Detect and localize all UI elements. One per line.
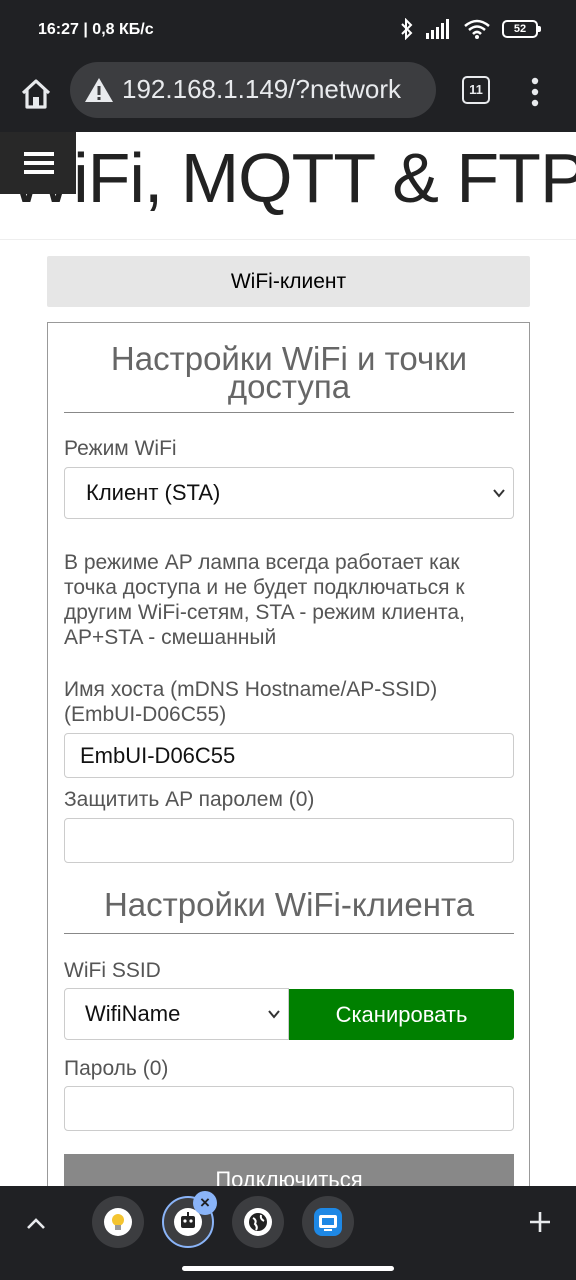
tab-switcher-button[interactable]: 11 bbox=[462, 76, 490, 104]
section-title-wifi-ap: Настройки WiFi и точки доступа bbox=[110, 340, 468, 405]
chevron-down-icon bbox=[268, 1010, 280, 1019]
address-bar[interactable]: 192.168.1.149/?network bbox=[70, 62, 436, 118]
bluetooth-icon bbox=[401, 18, 413, 40]
chevron-up-icon[interactable] bbox=[22, 1210, 50, 1238]
hostname-label: Имя хоста (mDNS Hostname/AP-SSID) (EmbUI… bbox=[64, 678, 438, 726]
status-bar: 16:27 | 0,8 КБ/с 52 bbox=[0, 0, 576, 62]
tab-thumb-lightbulb[interactable] bbox=[92, 1196, 144, 1248]
status-icons: 52 bbox=[400, 18, 541, 40]
page-title: WiFi, MQTT & FTP bbox=[8, 139, 576, 217]
wifi-mode-value: Клиент (STA) bbox=[86, 480, 221, 505]
wifi-client-tab-button[interactable]: WiFi-клиент bbox=[47, 256, 530, 307]
warning-icon[interactable] bbox=[84, 76, 114, 104]
password-input[interactable] bbox=[64, 1086, 514, 1131]
plus-icon[interactable] bbox=[526, 1208, 554, 1236]
scan-button[interactable]: Сканировать bbox=[289, 989, 514, 1040]
settings-form: Настройки WiFi и точки доступа Режим WiF… bbox=[47, 322, 530, 1280]
divider bbox=[64, 412, 514, 413]
wifi-mode-label: Режим WiFi bbox=[64, 437, 177, 460]
ssid-label: WiFi SSID bbox=[64, 959, 161, 982]
page-header: WiFi, MQTT & FTP bbox=[0, 132, 576, 240]
hamburger-line bbox=[24, 152, 54, 156]
home-icon[interactable] bbox=[16, 74, 56, 114]
wifi-icon bbox=[464, 19, 490, 39]
hostname-input[interactable]: EmbUI-D06C55 bbox=[64, 733, 514, 778]
divider bbox=[64, 933, 514, 934]
url-text[interactable]: 192.168.1.149/?network bbox=[122, 74, 401, 105]
more-menu-icon[interactable] bbox=[520, 74, 550, 110]
hamburger-line bbox=[24, 170, 54, 174]
globe-icon bbox=[244, 1208, 272, 1236]
password-label: Пароль (0) bbox=[64, 1057, 169, 1080]
wifi-mode-select[interactable]: Клиент (STA) bbox=[64, 467, 514, 519]
signal-icon bbox=[426, 19, 449, 39]
close-tab-icon[interactable]: × bbox=[193, 1191, 217, 1215]
ap-password-label: Защитить AP паролем (0) bbox=[64, 788, 315, 811]
hostname-value: EmbUI-D06C55 bbox=[80, 743, 236, 768]
ap-password-input[interactable] bbox=[64, 818, 514, 863]
chevron-down-icon bbox=[493, 489, 505, 498]
router-icon bbox=[314, 1208, 342, 1236]
browser-toolbar: 192.168.1.149/?network 11 bbox=[0, 62, 576, 132]
lightbulb-icon bbox=[104, 1208, 132, 1236]
ssid-select[interactable]: WifiName bbox=[64, 988, 289, 1040]
status-time: 16:27 | 0,8 КБ/с bbox=[38, 21, 154, 38]
hamburger-menu-button[interactable] bbox=[0, 132, 76, 194]
section-title-wifi-client: Настройки WiFi-клиента bbox=[103, 886, 475, 923]
ssid-value: WifiName bbox=[85, 1001, 181, 1026]
gesture-home-bar[interactable] bbox=[182, 1266, 394, 1271]
wifi-mode-description: В режиме AP лампа всегда работает как то… bbox=[64, 551, 465, 649]
battery-icon: 52 bbox=[502, 20, 541, 38]
screen: 16:27 | 0,8 КБ/с 52 192.168.1.149/?netwo… bbox=[0, 0, 576, 1280]
tab-thumb-globe[interactable] bbox=[232, 1196, 284, 1248]
tab-thumb-router[interactable] bbox=[302, 1196, 354, 1248]
hamburger-line bbox=[24, 161, 54, 165]
